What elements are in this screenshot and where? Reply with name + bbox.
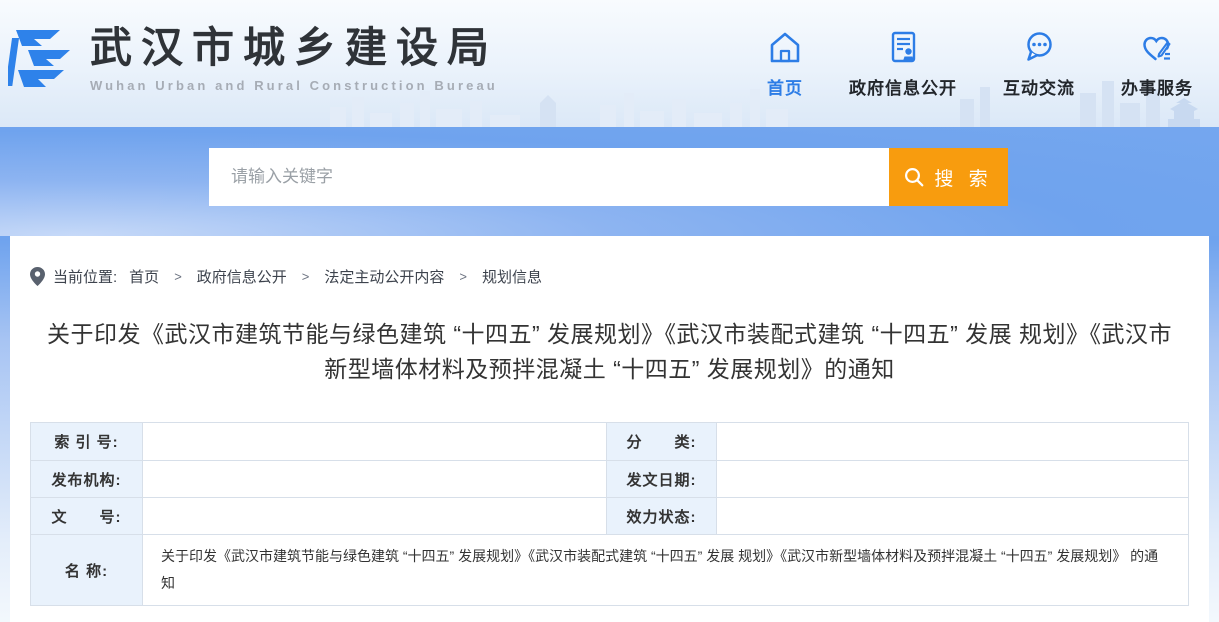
nav-item-home[interactable]: 首页 — [767, 30, 803, 99]
meta-value-name: 关于印发《武汉市建筑节能与绿色建筑 “十四五” 发展规划》《武汉市装配式建筑 “… — [143, 534, 1188, 605]
site-header: 武汉市城乡建设局 Wuhan Urban and Rural Construct… — [0, 0, 1219, 127]
search-icon — [904, 167, 924, 187]
meta-value-document-number — [143, 497, 607, 534]
nav-item-gov-info[interactable]: 政府信息公开 — [849, 30, 957, 99]
search-button[interactable]: 搜 索 — [889, 148, 1008, 206]
heart-pen-icon — [1139, 30, 1175, 69]
document-meta-table: 索 引 号: 分 类: 发布机构: 发文日期: 文 号: 效力状态: 名 称: … — [30, 422, 1189, 606]
breadcrumb-home[interactable]: 首页 — [129, 266, 159, 287]
meta-value-category — [717, 423, 1188, 460]
article-title: 关于印发《武汉市建筑节能与绿色建筑 “十四五” 发展规划》《武汉市装配式建筑 “… — [30, 317, 1189, 387]
nav-label-home: 首页 — [767, 74, 803, 99]
breadcrumb: 当前位置: 首页 > 政府信息公开 > 法定主动公开内容 > 规划信息 — [30, 236, 1189, 287]
meta-label-issue-date: 发文日期: — [607, 460, 717, 497]
meta-label-name: 名 称: — [31, 534, 143, 605]
meta-value-validity-status — [717, 497, 1188, 534]
breadcrumb-separator: > — [459, 269, 467, 284]
top-navigation: 首页 政府信息公开 — [767, 30, 1193, 99]
search-band: 搜 索 — [0, 127, 1219, 236]
meta-value-issue-date — [717, 460, 1188, 497]
breadcrumb-prefix: 当前位置: — [53, 266, 117, 287]
nav-label-gov-info: 政府信息公开 — [849, 74, 957, 99]
meta-value-issuing-agency — [143, 460, 607, 497]
meta-label-category: 分 类: — [607, 423, 717, 460]
meta-value-index-number — [143, 423, 607, 460]
nav-label-interaction: 互动交流 — [1003, 74, 1075, 99]
meta-label-issuing-agency: 发布机构: — [31, 460, 143, 497]
site-name: 武汉市城乡建设局 — [90, 24, 498, 72]
nav-label-services: 办事服务 — [1121, 74, 1193, 99]
site-name-english: Wuhan Urban and Rural Construction Burea… — [90, 78, 498, 93]
location-pin-icon — [30, 267, 45, 286]
content-panel: 当前位置: 首页 > 政府信息公开 > 法定主动公开内容 > 规划信息 关于印发… — [10, 236, 1209, 622]
meta-label-index-number: 索 引 号: — [31, 423, 143, 460]
search-box: 搜 索 — [209, 148, 1008, 206]
breadcrumb-planning-info[interactable]: 规划信息 — [482, 266, 542, 287]
logo-text: 武汉市城乡建设局 Wuhan Urban and Rural Construct… — [90, 24, 498, 93]
document-seal-icon — [885, 30, 921, 69]
chat-bubble-icon — [1021, 30, 1057, 69]
site-logo[interactable]: 武汉市城乡建设局 Wuhan Urban and Rural Construct… — [8, 24, 498, 94]
nav-item-interaction[interactable]: 互动交流 — [1003, 30, 1075, 99]
home-icon — [767, 30, 803, 69]
nav-item-services[interactable]: 办事服务 — [1121, 30, 1193, 99]
meta-label-validity-status: 效力状态: — [607, 497, 717, 534]
breadcrumb-gov-info[interactable]: 政府信息公开 — [197, 266, 287, 287]
breadcrumb-separator: > — [174, 269, 182, 284]
breadcrumb-separator: > — [302, 269, 310, 284]
meta-label-document-number: 文 号: — [31, 497, 143, 534]
bureau-logo-icon — [8, 24, 78, 94]
search-button-label: 搜 索 — [934, 164, 992, 191]
breadcrumb-statutory-disclosure[interactable]: 法定主动公开内容 — [324, 266, 444, 287]
search-input[interactable] — [209, 148, 889, 206]
